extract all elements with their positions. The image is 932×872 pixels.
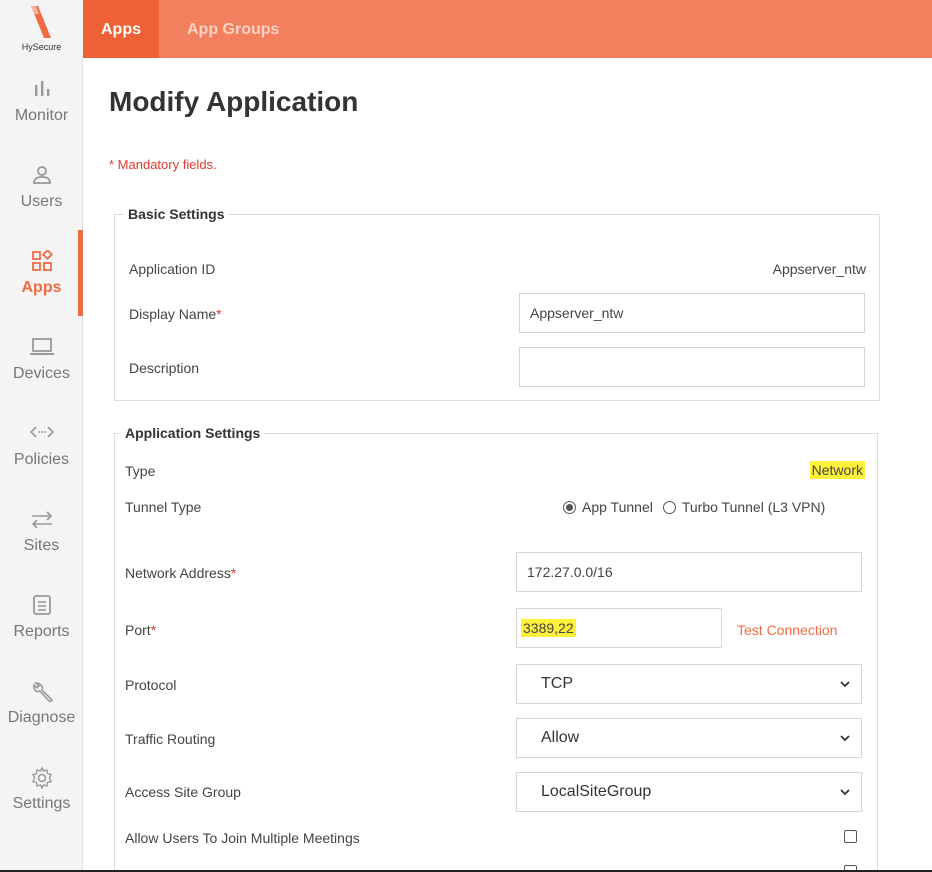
type-value: Network xyxy=(809,461,865,479)
sidebar-item-policies[interactable]: Policies xyxy=(0,402,83,488)
app-tunnel-radio[interactable] xyxy=(563,500,576,514)
sidebar-item-label: Reports xyxy=(13,623,70,640)
traffic-routing-value: Allow xyxy=(541,729,580,746)
tunnel-type-label: Tunnel Type xyxy=(125,499,202,515)
chevron-down-icon xyxy=(840,681,850,688)
chevron-down-icon xyxy=(840,789,850,796)
sidebar-item-diagnose[interactable]: Diagnose xyxy=(0,660,83,746)
turbo-tunnel-label: Turbo Tunnel (L3 VPN) xyxy=(681,499,826,515)
brand-name: HySecure xyxy=(21,42,62,52)
tunnel-type-options: App Tunnel Turbo Tunnel (L3 VPN) xyxy=(563,499,825,515)
mandatory-note: * Mandatory fields. xyxy=(109,157,217,172)
sidebar-item-label: Settings xyxy=(12,795,71,812)
sidebar-item-label: Sites xyxy=(23,537,60,554)
access-site-group-value: LocalSiteGroup xyxy=(541,783,652,800)
brand-logo[interactable]: HySecure xyxy=(0,0,83,58)
traffic-routing-select[interactable]: Allow xyxy=(516,718,862,758)
sidebar-item-apps[interactable]: Apps xyxy=(0,230,83,316)
protocol-label: Protocol xyxy=(125,677,177,693)
laptop-icon xyxy=(0,336,83,362)
traffic-routing-label: Traffic Routing xyxy=(125,731,216,747)
description-field[interactable] xyxy=(519,347,865,387)
chevron-down-icon xyxy=(840,735,850,742)
apps-grid-icon xyxy=(0,250,83,276)
sidebar-item-devices[interactable]: Devices xyxy=(0,316,83,402)
allow-multiple-meetings-checkbox[interactable] xyxy=(844,830,857,843)
access-site-group-select[interactable]: LocalSiteGroup xyxy=(516,772,862,812)
display-name-label: Display Name* xyxy=(129,306,222,322)
sidebar-item-label: Devices xyxy=(13,365,70,382)
hysecure-logo-icon xyxy=(31,6,51,38)
protocol-select[interactable]: TCP xyxy=(516,664,862,704)
network-address-value: 172.27.0.0/16 xyxy=(527,564,613,580)
app-tunnel-label: App Tunnel xyxy=(582,499,653,515)
network-address-field[interactable]: 172.27.0.0/16 xyxy=(516,552,862,592)
code-arrows-icon xyxy=(0,422,83,448)
application-id-label: Application ID xyxy=(129,261,216,277)
application-settings-legend: Application Settings xyxy=(121,425,265,441)
network-address-label: Network Address* xyxy=(125,565,237,581)
report-icon xyxy=(0,594,83,620)
swap-arrows-icon xyxy=(0,508,83,534)
wrench-icon xyxy=(0,680,83,706)
sidebar-item-label: Monitor xyxy=(14,107,69,124)
allow-multiple-meetings-label: Allow Users To Join Multiple Meetings xyxy=(125,830,360,846)
user-icon xyxy=(0,164,83,190)
protocol-value: TCP xyxy=(541,675,573,692)
gear-icon xyxy=(0,766,83,792)
access-site-group-label: Access Site Group xyxy=(125,784,241,800)
sidebar-item-label: Diagnose xyxy=(7,709,76,726)
port-label: Port* xyxy=(125,622,157,638)
display-name-field[interactable]: Appserver_ntw xyxy=(519,293,865,333)
sidebar-item-label: Apps xyxy=(21,279,62,296)
top-nav: Apps App Groups xyxy=(83,0,932,58)
sidebar-item-sites[interactable]: Sites xyxy=(0,488,83,574)
description-label: Description xyxy=(129,360,200,376)
port-value: 3389,22 xyxy=(521,619,576,637)
application-id-value: Appserver_ntw xyxy=(772,261,866,277)
port-field[interactable]: 3389,22 xyxy=(516,608,722,648)
sidebar-item-reports[interactable]: Reports xyxy=(0,574,83,660)
bar-chart-icon xyxy=(0,78,83,104)
sidebar-item-label: Users xyxy=(20,193,63,210)
page-title: Modify Application xyxy=(109,86,359,117)
tab-app-groups[interactable]: App Groups xyxy=(187,0,279,58)
display-name-value: Appserver_ntw xyxy=(530,305,624,321)
type-label: Type xyxy=(125,463,156,479)
sidebar-item-settings[interactable]: Settings xyxy=(0,746,83,832)
sidebar-item-users[interactable]: Users xyxy=(0,144,83,230)
test-connection-link[interactable]: Test Connection xyxy=(737,622,837,638)
basic-settings-legend: Basic Settings xyxy=(124,206,229,222)
tab-apps[interactable]: Apps xyxy=(83,0,159,58)
sidebar-item-label: Policies xyxy=(13,451,70,468)
sidebar: HySecure Monitor Users Apps Devices Poli… xyxy=(0,0,83,872)
sidebar-item-monitor[interactable]: Monitor xyxy=(0,58,83,144)
turbo-tunnel-radio[interactable] xyxy=(662,500,676,514)
